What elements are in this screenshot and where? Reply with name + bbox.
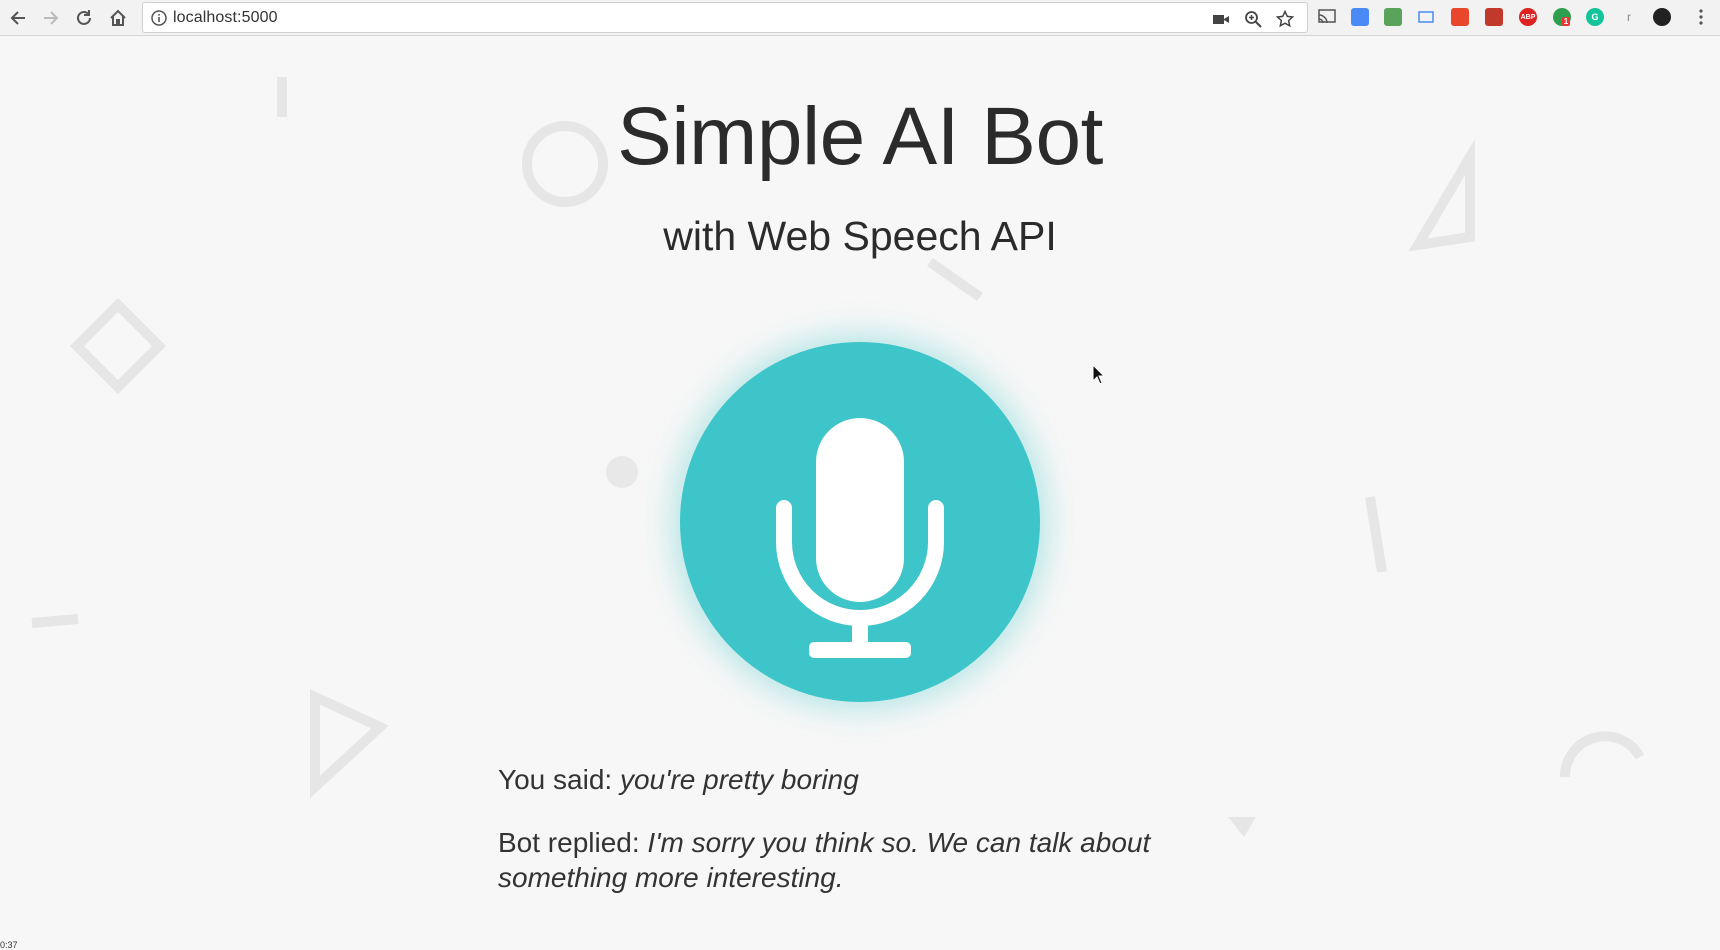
bg-arc: [1559, 731, 1645, 778]
reload-icon[interactable]: [72, 6, 96, 30]
microphone-button[interactable]: [680, 342, 1040, 702]
zoom-icon[interactable]: [1243, 9, 1263, 29]
page-title: Simple AI Bot: [617, 91, 1103, 182]
grammarly-icon[interactable]: G: [1586, 8, 1604, 26]
page-subtitle: with Web Speech API: [663, 213, 1057, 259]
bg-play-triangle: [310, 689, 389, 799]
star-icon[interactable]: [1275, 9, 1295, 29]
r-extension-icon[interactable]: r: [1620, 8, 1638, 26]
bot-reply: Bot replied: I'm sorry you think so. We …: [498, 825, 1198, 895]
badge-count: 1: [1561, 16, 1571, 26]
green-extension-icon[interactable]: 1: [1553, 8, 1571, 26]
grammarly-label: G: [1591, 12, 1599, 22]
r-label: r: [1627, 10, 1631, 24]
puzzle-icon[interactable]: [1485, 8, 1503, 26]
microphone-icon: [776, 418, 944, 658]
info-icon[interactable]: [151, 10, 167, 26]
forward-arrow-icon[interactable]: [39, 6, 63, 30]
address-bar[interactable]: localhost:5000: [142, 2, 1308, 33]
bg-dot: [606, 456, 638, 488]
adblock-label: ABP: [1520, 13, 1536, 21]
evernote-icon[interactable]: [1384, 8, 1402, 26]
adblock-icon[interactable]: ABP: [1519, 8, 1537, 26]
red-extension-icon[interactable]: [1451, 8, 1469, 26]
camera-icon[interactable]: [1211, 9, 1231, 29]
bg-diamond: [69, 297, 167, 395]
profile-icon[interactable]: [1653, 8, 1671, 26]
user-transcript: You said: you're pretty boring: [498, 762, 1198, 797]
kebab-menu-icon[interactable]: [1692, 8, 1710, 26]
mouse-cursor-icon: [1092, 364, 1106, 385]
bg-line: [1365, 496, 1387, 573]
url-text[interactable]: localhost:5000: [173, 9, 278, 27]
home-icon[interactable]: [106, 6, 130, 30]
translate-icon[interactable]: [1351, 8, 1369, 26]
bg-small-triangle: [1228, 817, 1256, 837]
replied-label: Bot replied:: [498, 827, 648, 858]
back-arrow-icon[interactable]: [6, 6, 30, 30]
cast-icon[interactable]: [1318, 8, 1336, 26]
bg-line: [31, 614, 79, 628]
said-label: You said:: [498, 764, 620, 795]
screenshot-icon[interactable]: [1417, 8, 1435, 26]
browser-toolbar: localhost:5000 ABP 1 G r: [0, 0, 1720, 36]
said-text: you're pretty boring: [619, 764, 859, 795]
bg-line: [927, 257, 983, 302]
